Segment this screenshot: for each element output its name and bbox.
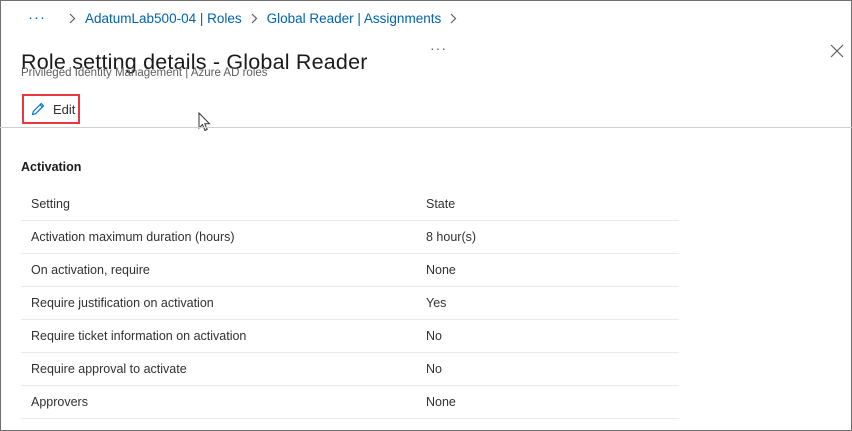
edit-button-label: Edit [53,101,76,117]
state-cell: None [426,263,456,277]
breadcrumb-item-assignments[interactable]: Global Reader | Assignments [267,11,442,26]
table-row: Require approval to activate No [21,353,679,386]
mouse-pointer-icon [198,111,212,132]
table-row: Require ticket information on activation… [21,320,679,353]
column-header-setting: Setting [31,197,70,211]
table-row: Approvers None [21,386,679,419]
chevron-right-icon [69,13,76,24]
edit-button[interactable]: Edit [22,94,80,124]
breadcrumb-item-roles[interactable]: AdatumLab500-04 | Roles [85,11,242,26]
chevron-right-icon [251,13,258,24]
state-cell: No [426,362,442,376]
state-cell: 8 hour(s) [426,230,477,244]
more-options-button[interactable]: ··· [430,40,447,56]
setting-cell: Require ticket information on activation [31,329,247,343]
table-header-row: Setting State [21,188,679,221]
setting-cell: Require approval to activate [31,362,187,376]
state-cell: Yes [426,296,447,310]
page-subtitle: Privileged Identity Management | Azure A… [21,67,268,79]
setting-cell: On activation, require [31,263,150,277]
setting-cell: Require justification on activation [31,296,214,310]
table-row: Activation maximum duration (hours) 8 ho… [21,221,679,254]
section-title-activation: Activation [21,160,82,174]
table-row: Require justification on activation Yes [21,287,679,320]
breadcrumb-overflow-button[interactable]: ··· [28,10,46,25]
setting-cell: Activation maximum duration (hours) [31,230,235,244]
state-cell: None [426,395,456,409]
table-row: On activation, require None [21,254,679,287]
chevron-right-icon [450,13,457,24]
pencil-icon [30,101,46,117]
state-cell: No [426,329,442,343]
setting-cell: Approvers [31,395,88,409]
activation-settings-table: Setting State Activation maximum duratio… [21,188,679,419]
breadcrumb: ··· AdatumLab500-04 | Roles Global Reade… [28,9,466,27]
column-header-state: State [426,197,456,211]
close-icon[interactable] [830,44,844,58]
toolbar-divider [0,127,852,128]
